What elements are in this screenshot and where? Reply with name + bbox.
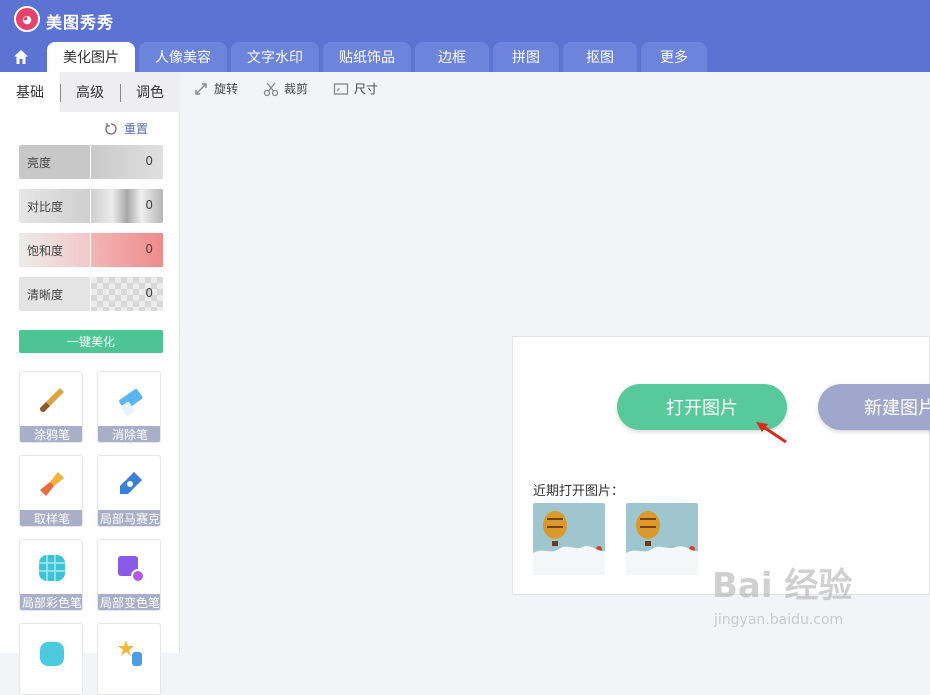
new-image-button[interactable]: 新建图片 xyxy=(818,384,930,430)
recent-images-label: 近期打开图片： xyxy=(533,484,625,499)
recent-image-thumbnail[interactable] xyxy=(626,503,698,575)
main-tab-bar: 美化图片 人像美容 文字水印 贴纸饰品 边框 拼图 抠图 更多 xyxy=(0,40,930,72)
tool-color-pen[interactable]: 局部彩色笔 xyxy=(19,539,83,611)
slider-value: 0 xyxy=(145,286,153,300)
start-panel: 打开图片 新建图片 近期打开图片： xyxy=(512,336,930,595)
adjust-sidebar: 基础 高级 调色 重置 亮度 0 对比度 0 饱和度 0 清晰度 0 一键美化 xyxy=(0,72,180,695)
reset-icon xyxy=(105,122,117,135)
recent-image-thumbnail[interactable] xyxy=(533,503,605,575)
slider-label: 清晰度 xyxy=(19,277,90,311)
tool-more-1[interactable] xyxy=(19,623,83,695)
scissors-icon xyxy=(263,82,279,96)
app-logo-icon: ◕ xyxy=(14,6,40,32)
subtab-divider xyxy=(120,84,121,102)
tab-collage[interactable]: 拼图 xyxy=(493,42,559,72)
title-bar: ◕ 美图秀秀 xyxy=(0,0,930,40)
slider-value: 0 xyxy=(145,198,153,212)
subtab-color[interactable]: 调色 xyxy=(120,72,180,112)
one-click-beautify-button[interactable]: 一键美化 xyxy=(19,330,163,353)
rotate-button[interactable]: 旋转 xyxy=(193,80,238,97)
star-tool-icon xyxy=(112,634,148,670)
tab-portrait[interactable]: 人像美容 xyxy=(139,42,227,72)
slider-label: 对比度 xyxy=(19,189,90,223)
tab-text-watermark[interactable]: 文字水印 xyxy=(231,42,319,72)
cyan-tool-icon xyxy=(34,634,70,670)
tool-doodle-pen[interactable]: 涂鸦笔 xyxy=(19,371,83,443)
saturation-slider[interactable]: 饱和度 0 xyxy=(19,233,163,267)
subtab-divider xyxy=(60,84,61,102)
recolor-pen-icon xyxy=(112,550,148,586)
mosaic-pen-icon xyxy=(112,466,148,502)
eraser-icon xyxy=(112,382,148,418)
brush-icon xyxy=(34,382,70,418)
color-pen-icon xyxy=(34,550,70,586)
tab-beautify[interactable]: 美化图片 xyxy=(47,42,135,72)
sampling-brush-icon xyxy=(34,466,70,502)
slider-value: 0 xyxy=(145,242,153,256)
tab-stickers[interactable]: 贴纸饰品 xyxy=(323,42,411,72)
tool-mosaic-pen[interactable]: 局部马赛克 xyxy=(97,455,161,527)
subtab-advanced[interactable]: 高级 xyxy=(60,72,120,112)
crop-button[interactable]: 裁剪 xyxy=(263,80,308,97)
tool-sampling-pen[interactable]: 取样笔 xyxy=(19,455,83,527)
annotation-arrow-icon xyxy=(756,422,787,444)
home-button[interactable] xyxy=(0,42,42,72)
app-title: 美图秀秀 xyxy=(46,13,115,32)
rotate-icon xyxy=(195,82,207,95)
tab-cutout[interactable]: 抠图 xyxy=(563,42,637,72)
reset-button[interactable]: 重置 xyxy=(104,120,148,137)
tab-frame[interactable]: 边框 xyxy=(415,42,489,72)
brightness-slider[interactable]: 亮度 0 xyxy=(19,145,163,179)
home-icon xyxy=(14,50,28,64)
tool-more-2[interactable] xyxy=(97,623,161,695)
tab-more[interactable]: 更多 xyxy=(641,42,707,72)
slider-label: 饱和度 xyxy=(19,233,90,267)
size-button[interactable]: 尺寸 xyxy=(333,80,378,97)
contrast-slider[interactable]: 对比度 0 xyxy=(19,189,163,223)
slider-label: 亮度 xyxy=(19,145,90,179)
tool-recolor-pen[interactable]: 局部变色笔 xyxy=(97,539,161,611)
subtab-basic[interactable]: 基础 xyxy=(0,72,60,112)
baidu-watermark: Bai 经验 jingyan.baidu.com xyxy=(712,566,853,628)
resize-icon xyxy=(333,82,349,95)
sharpness-slider[interactable]: 清晰度 0 xyxy=(19,277,163,311)
tool-eraser-pen[interactable]: 消除笔 xyxy=(97,371,161,443)
slider-value: 0 xyxy=(145,154,153,168)
